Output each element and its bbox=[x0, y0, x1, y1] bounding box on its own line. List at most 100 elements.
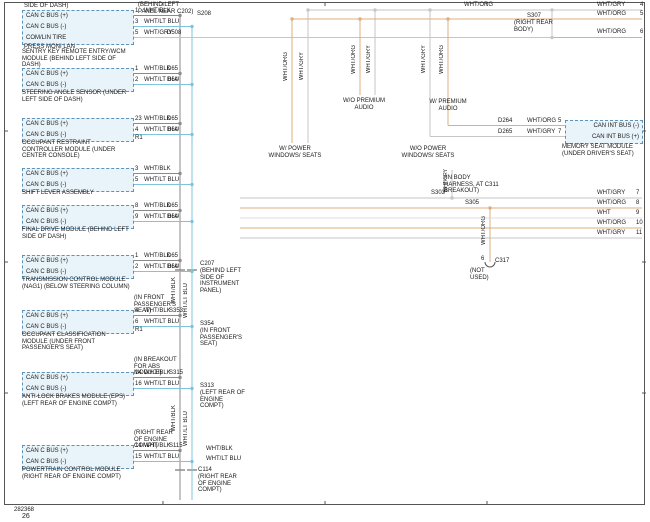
pin-row: CAN C BUS (+) bbox=[23, 206, 133, 217]
wire-code-label: D64 bbox=[167, 127, 178, 134]
wire-color-label-vertical: WHT/GRY bbox=[299, 52, 306, 80]
wire-color-label: WHT/ORG bbox=[597, 11, 626, 18]
pin-row-label: CAN C BUS (+) bbox=[26, 313, 68, 319]
module-sas-caption: STEERING ANGLE SENSOR (UNDER LEFT SIDE O… bbox=[22, 90, 132, 103]
wire-color-label: WHT/GRY bbox=[527, 129, 555, 136]
wire-code-label: D265 bbox=[498, 129, 512, 136]
wire-color-label-vertical: WHT/BLK bbox=[171, 277, 178, 304]
pin-number: 2 bbox=[135, 77, 138, 84]
module-abs-box: CAN C BUS (+) CAN C BUS (-) bbox=[22, 372, 134, 396]
pin-row-label: CAN C BUS (-) bbox=[26, 82, 66, 88]
splice-name-s354: S354 bbox=[200, 321, 214, 328]
pin-row-label: CAN INT BUS (+) bbox=[592, 134, 639, 140]
pin-number: 11 bbox=[636, 230, 642, 237]
wire-color-label-vertical: WHT/GRY bbox=[421, 45, 428, 73]
wire-code-label: D64 bbox=[167, 77, 178, 84]
splice-note-s313: (LEFT REAR OF ENGINE COMPT) bbox=[200, 390, 246, 410]
pin-row-label: CAN C BUS (-) bbox=[26, 324, 66, 330]
wire-code-label: D65 bbox=[167, 116, 178, 123]
pin-row: CAN INT BUS (-) bbox=[566, 121, 642, 132]
pin-row-label: CAN C BUS (-) bbox=[26, 459, 66, 465]
splice-name-s115: S115 bbox=[169, 443, 183, 450]
connector-id: R1 bbox=[135, 327, 143, 334]
pin-number: 6 bbox=[135, 319, 138, 326]
wire-color-label: WHT/ORG bbox=[597, 200, 626, 207]
splice-name-s305: S305 bbox=[465, 200, 479, 207]
pin-row-label: CAN C BUS (+) bbox=[26, 375, 68, 381]
wire-color-label: WHT/BLK bbox=[144, 166, 171, 173]
module-pcm-box: CAN C BUS (+) CAN C BUS (-) bbox=[22, 445, 134, 469]
pin-number: 2 bbox=[135, 264, 138, 271]
pin-row-label: CAN C BUS (+) bbox=[26, 208, 68, 214]
pin-number: 1 bbox=[135, 66, 138, 73]
pin-row-label: CAN C BUS (-) bbox=[26, 182, 66, 188]
module-tcm-box: CAN C BUS (+) CAN C BUS (-) bbox=[22, 255, 134, 279]
splice-name-s303: S303 bbox=[431, 190, 445, 197]
pin-row-label: CAN C BUS (+) bbox=[26, 258, 68, 264]
wire-color-label: WHT bbox=[597, 210, 611, 217]
module-orc-caption: OCCUPANT RESTRAINT CONTROLLER MODULE (UN… bbox=[22, 140, 132, 160]
wire-code-label: D64 bbox=[167, 214, 178, 221]
splice-note-s305: (IN BODY HARNESS, AT C311 BREAKOUT) bbox=[444, 175, 502, 195]
pin-number: 1 bbox=[135, 253, 138, 260]
connector-note-c207: (BEHIND LEFT SIDE OF INSTRUMENT PANEL) bbox=[200, 268, 246, 294]
pin-number: 4 bbox=[135, 127, 138, 134]
pin-number: 3 bbox=[135, 166, 138, 173]
wire-code-label: D65 bbox=[167, 253, 178, 260]
module-tcm-caption: TRANSMISSION CONTROL MODULE (NAG1) (BELO… bbox=[22, 277, 132, 290]
pin-number: 8 bbox=[135, 203, 138, 210]
pin-row: CAN INT BUS (+) bbox=[566, 132, 642, 143]
splice-note-s354: (IN FRONT PASSENGER'S SEAT) bbox=[200, 328, 246, 348]
splice-name-s313: S313 bbox=[200, 383, 214, 390]
module-abs-caption: ANTI-LOCK BRAKES MODULE (EPS) (LEFT REAR… bbox=[22, 394, 132, 407]
pin-number: 7 bbox=[558, 129, 561, 136]
module-shift-lever-box: CAN C BUS (+) CAN C BUS (-) bbox=[22, 168, 134, 192]
module-shift-lever-caption: SHIFT LEVER ASSEMBLY bbox=[22, 190, 132, 197]
module-ocm-caption: OCCUPANT CLASSIFICATION MODULE (UNDER FR… bbox=[22, 332, 132, 352]
wire-color-label: WHT/ORG bbox=[527, 118, 556, 125]
pin-number: 16 bbox=[135, 381, 142, 388]
wire-code-label: D264 bbox=[498, 118, 512, 125]
wire-color-label: WHT/LT BLU bbox=[144, 381, 179, 388]
wire-color-label: WHT/GRY bbox=[597, 2, 625, 9]
wire-color-label-vertical: WHT/BLK bbox=[171, 405, 178, 432]
wire-color-label-vertical: WHT/ORG bbox=[283, 52, 290, 81]
wire-code-label: D64 bbox=[167, 264, 178, 271]
pin-row-label: CAN C BUS (+) bbox=[26, 171, 68, 177]
pin-row: CAN C BUS (+) bbox=[23, 119, 133, 130]
pin-number: 6 bbox=[481, 256, 484, 263]
connector-name-c207: C207 bbox=[200, 261, 214, 268]
pin-number: 5 bbox=[558, 118, 561, 125]
wire-color-label: WHT/ORG bbox=[597, 29, 626, 36]
wire-color-label: WHT/ORG bbox=[597, 220, 626, 227]
wiring-diagram-page: SIDE OF DASH) (BEHIND LEFT PANEL NEAR C2… bbox=[0, 0, 650, 522]
wire-color-label-vertical: WHT/ORG bbox=[439, 45, 446, 74]
pin-row: CAN C BUS (+) bbox=[23, 311, 133, 322]
pin-row-label: CAN C BUS (-) bbox=[26, 386, 66, 392]
cropped-caption-fragment: SIDE OF DASH) bbox=[24, 3, 68, 10]
page-number: 26 bbox=[22, 514, 30, 521]
splice-note-s307: (RIGHT REAR BODY) bbox=[514, 20, 558, 33]
pin-row-label: CAN C BUS (-) bbox=[26, 269, 66, 275]
wire-color-label: WHT/GRY bbox=[597, 190, 625, 197]
splice-name-s307: S307 bbox=[527, 13, 541, 20]
module-memory-seat-caption: MEMORY SEAT MODULE (UNDER DRIVER'S SEAT) bbox=[562, 144, 642, 157]
wire-color-label: WHT/BLK bbox=[144, 8, 171, 15]
pin-number: 8 bbox=[636, 200, 639, 207]
pin-row: CAN C BUS (+) bbox=[23, 256, 133, 267]
pin-number: 1 bbox=[135, 8, 138, 15]
pin-row: CAN C BUS (+) bbox=[23, 169, 133, 180]
connector-name-c317: C317 bbox=[495, 258, 509, 265]
option-label-wo-premium-audio: W/O PREMIUM AUDIO bbox=[338, 98, 390, 111]
splice-name-s208: S208 bbox=[197, 11, 211, 18]
pin-row-label: CAN C BUS (+) bbox=[26, 71, 68, 77]
pin-number: 10 bbox=[636, 220, 643, 227]
pin-row: CAN C BUS (-) bbox=[23, 22, 133, 33]
pin-row-label: CAN C BUS (-) bbox=[26, 219, 66, 225]
pin-number: 5 bbox=[135, 30, 138, 37]
module-sas-box: CAN C BUS (+) CAN C BUS (-) bbox=[22, 68, 134, 92]
pin-number: 5 bbox=[135, 177, 138, 184]
wire-code-label: D65 bbox=[167, 66, 178, 73]
option-label-wo-power-windows: W/O POWER WINDOWS/ SEATS bbox=[398, 146, 458, 159]
pin-number: 7 bbox=[636, 190, 639, 197]
